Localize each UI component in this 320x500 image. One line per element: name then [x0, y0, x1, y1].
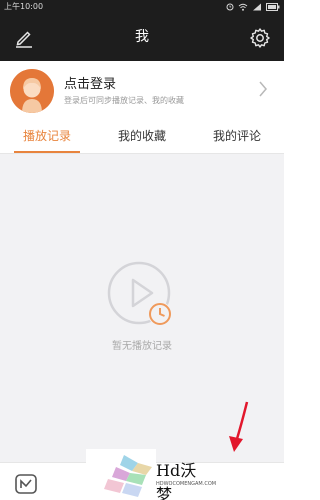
wifi-icon	[238, 3, 248, 11]
avatar[interactable]	[10, 69, 54, 113]
tab-favorites[interactable]: 我的收藏	[95, 118, 189, 154]
tab-play-history[interactable]: 播放记录	[0, 118, 94, 154]
login-title[interactable]: 点击登录	[64, 73, 116, 92]
tab-bar: 播放记录 我的收藏 我的评论	[0, 118, 284, 154]
watermark-text: Hd沃梦	[156, 461, 197, 500]
battery-icon	[266, 3, 280, 11]
watermark-tiles	[86, 449, 156, 500]
login-card[interactable]: 点击登录 登录后可同步播放记录、我的收藏	[0, 61, 284, 118]
default-avatar-icon	[10, 69, 54, 113]
app-header: 我	[0, 14, 284, 61]
watermark: Hd沃梦 HDWOCOMENGAM.COM	[86, 449, 216, 500]
app-logo-icon[interactable]	[14, 472, 38, 496]
active-tab-indicator	[14, 151, 80, 153]
status-icons	[226, 0, 280, 14]
play-history-icon	[107, 261, 172, 326]
signal-icon	[253, 3, 261, 11]
status-time: 上午10:00	[4, 2, 44, 11]
page-title: 我	[135, 29, 149, 45]
arrow-annotation	[229, 401, 249, 452]
tab-comments[interactable]: 我的评论	[190, 118, 284, 154]
chevron-right-icon[interactable]	[258, 80, 268, 98]
watermark-sub: HDWOCOMENGAM.COM	[156, 481, 217, 487]
empty-state-text: 暂无播放记录	[112, 341, 172, 352]
status-bar: 上午10:00	[0, 0, 284, 14]
login-hint: 登录后可同步播放记录、我的收藏	[64, 96, 184, 105]
gear-icon[interactable]	[248, 26, 272, 50]
alarm-icon	[226, 3, 234, 11]
